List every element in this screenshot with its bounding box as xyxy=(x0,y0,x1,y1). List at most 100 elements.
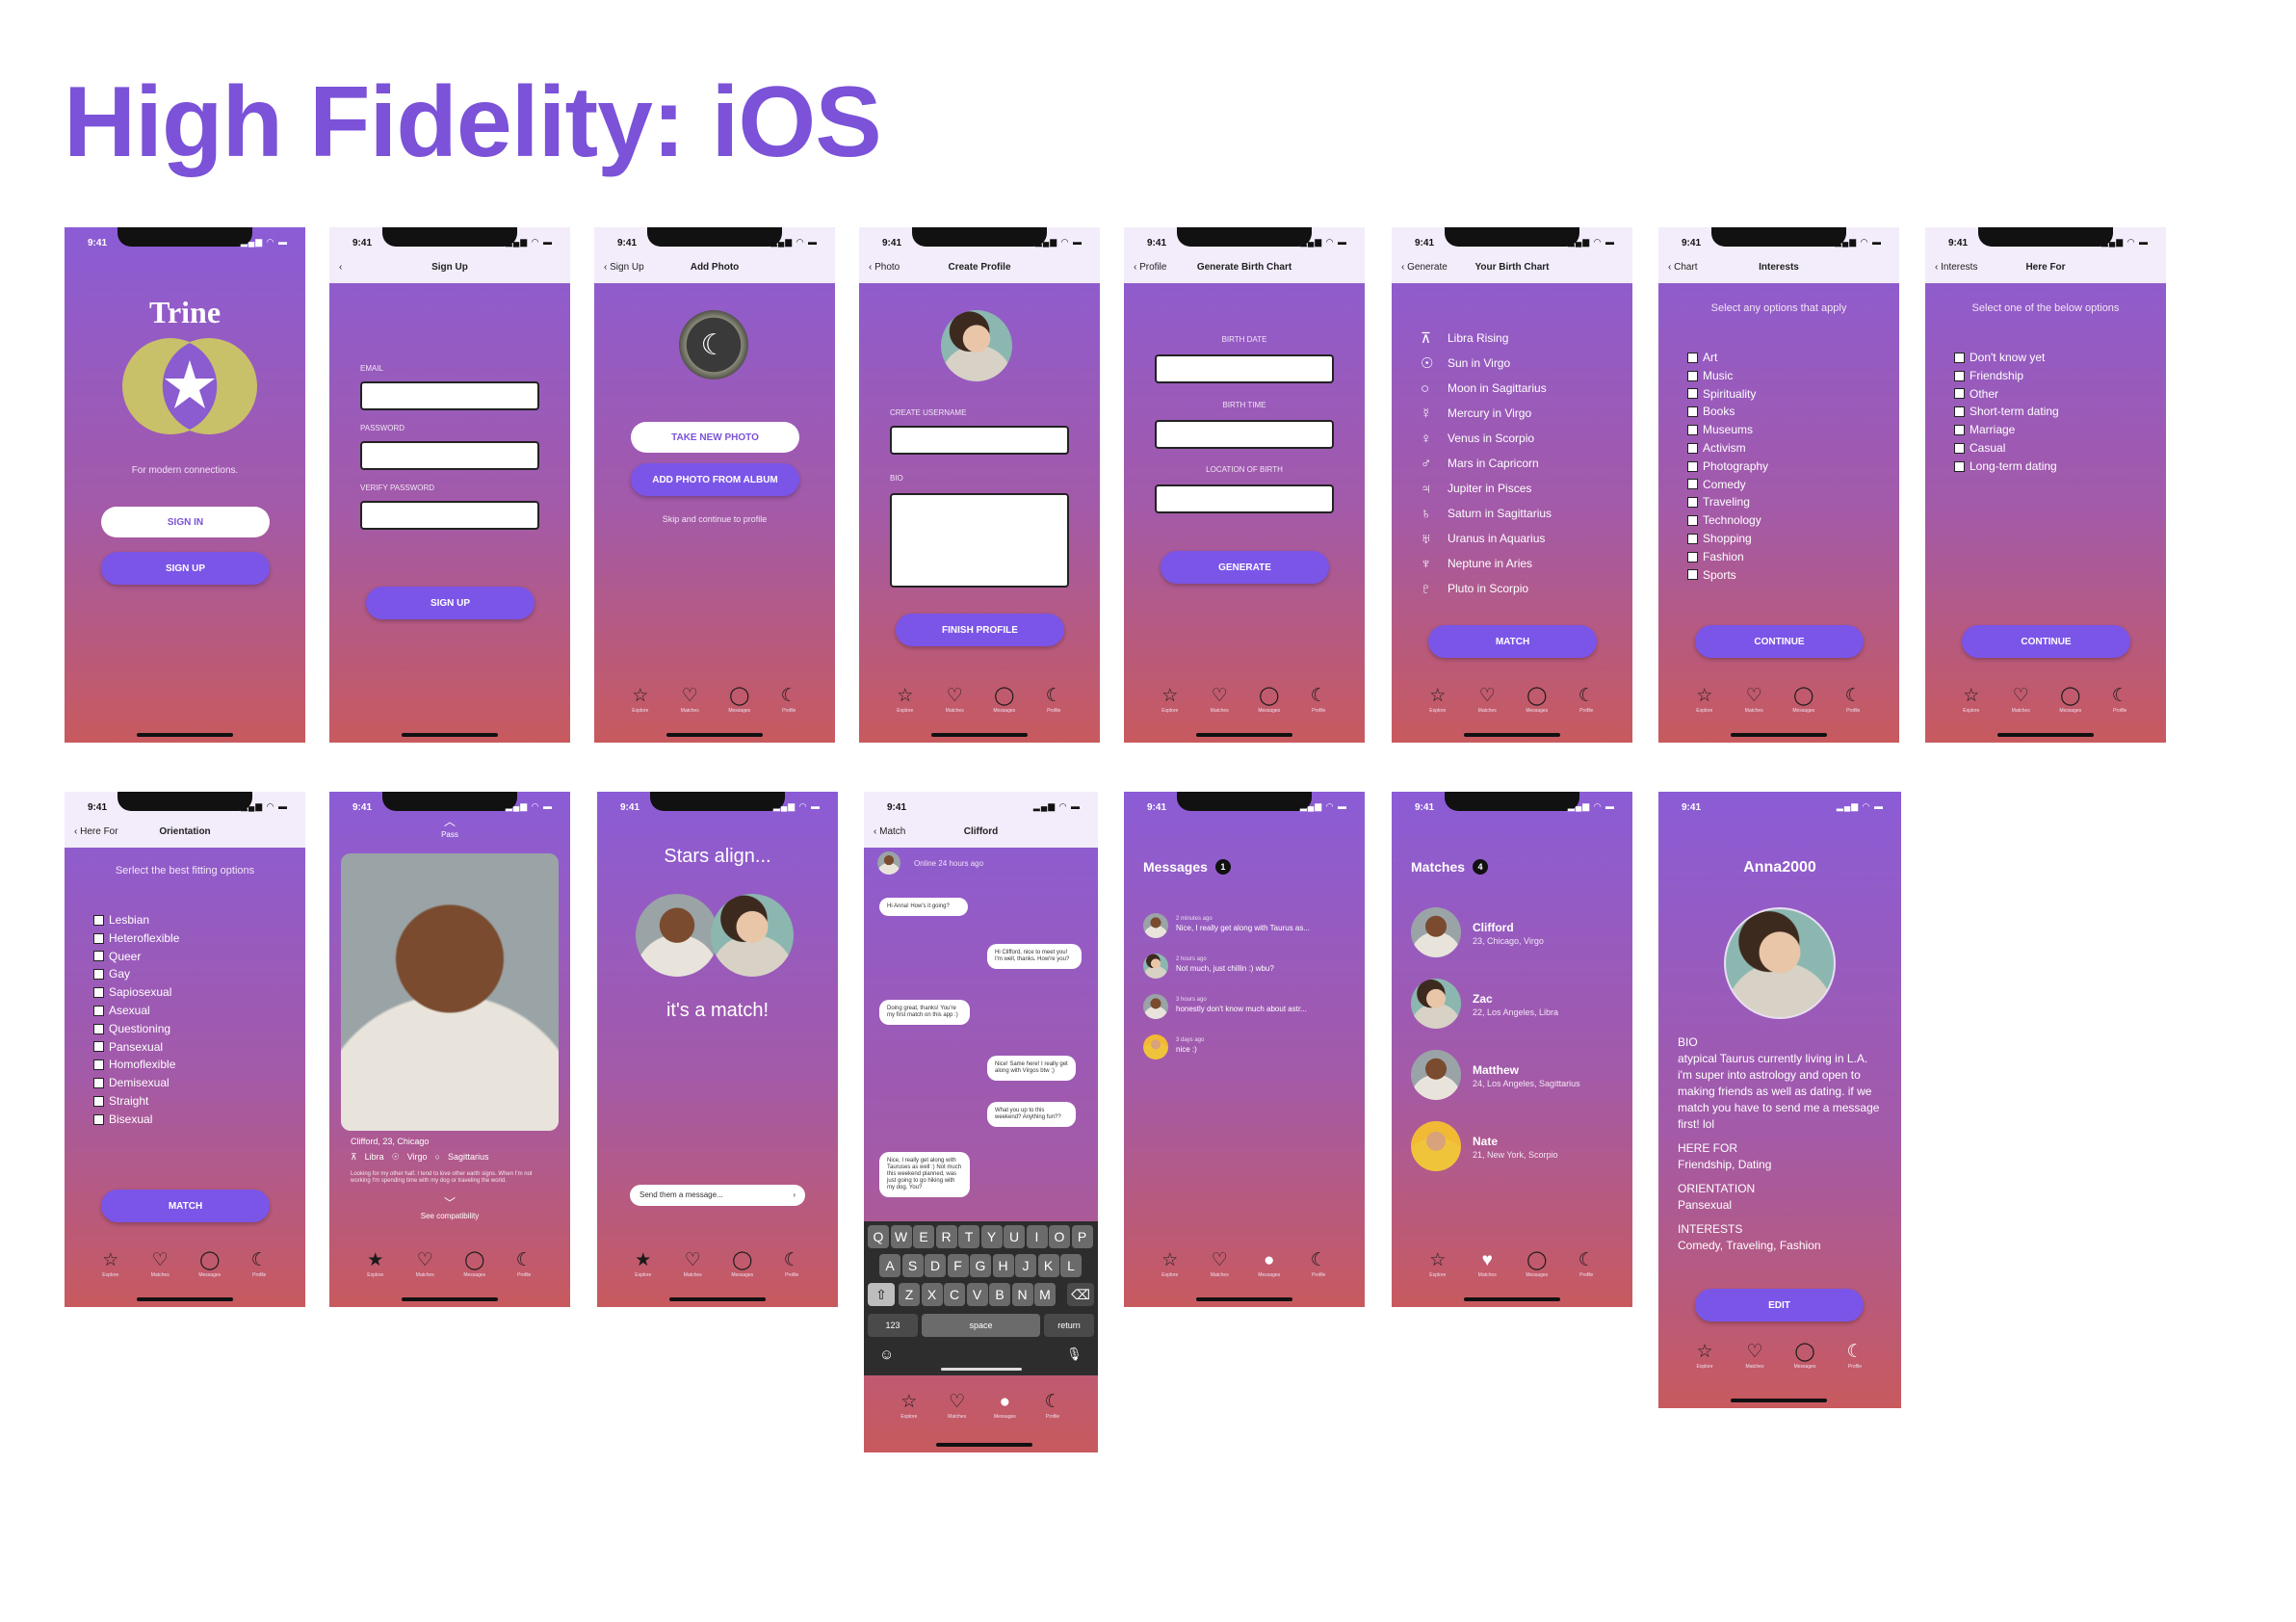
interest-option[interactable]: Museums xyxy=(1687,421,1768,439)
checkbox[interactable] xyxy=(93,1113,104,1125)
sign-up-button[interactable]: SIGN UP xyxy=(101,552,270,585)
tab-messages[interactable]: ◯ Messages xyxy=(2051,687,2090,725)
checkbox[interactable] xyxy=(93,914,104,926)
match-item[interactable]: Clifford 23, Chicago, Virgo xyxy=(1411,907,1623,979)
interest-option[interactable]: Comedy xyxy=(1687,476,1768,494)
numbers-key[interactable]: 123 xyxy=(868,1314,918,1337)
add-photo-from-album-button[interactable]: ADD PHOTO FROM ALBUM xyxy=(631,463,799,496)
checkbox[interactable] xyxy=(1687,569,1698,581)
here-for-option[interactable]: Marriage xyxy=(1954,421,2059,439)
checkbox[interactable] xyxy=(1687,533,1698,544)
tab-explore[interactable]: ☆ Explore xyxy=(1419,687,1457,725)
checkbox[interactable] xyxy=(1954,388,1965,400)
return-key[interactable]: return xyxy=(1044,1314,1094,1337)
checkbox[interactable] xyxy=(93,987,104,999)
checkbox[interactable] xyxy=(1687,551,1698,562)
tab-matches[interactable]: ♡ Matches xyxy=(670,687,709,725)
interest-option[interactable]: Activism xyxy=(1687,439,1768,458)
sign-up-button[interactable]: SIGN UP xyxy=(366,587,535,619)
orientation-option[interactable]: Bisexual xyxy=(93,1111,179,1129)
interest-option[interactable]: Sports xyxy=(1687,566,1768,585)
tab-profile[interactable]: ☾ Profile xyxy=(1034,687,1073,725)
message-preview[interactable]: 3 hours ago honestly don't know much abou… xyxy=(1143,994,1355,1034)
checkbox[interactable] xyxy=(1687,479,1698,490)
match-button[interactable]: MATCH xyxy=(1428,625,1597,658)
tab-explore[interactable]: ☆ Explore xyxy=(1151,687,1189,725)
key[interactable]: N xyxy=(1011,1283,1033,1306)
profile-photo[interactable] xyxy=(1724,907,1836,1019)
tab-messages[interactable]: ◯ Messages xyxy=(720,687,759,725)
tab-explore[interactable]: ☆ Explore xyxy=(890,1393,928,1431)
key[interactable]: L xyxy=(1060,1254,1082,1277)
orientation-option[interactable]: Gay xyxy=(93,965,179,983)
tab-profile[interactable]: ☾ Profile xyxy=(770,687,808,725)
interest-option[interactable]: Books xyxy=(1687,403,1768,421)
tab-matches[interactable]: ♡ Matches xyxy=(405,1251,444,1290)
tab-matches[interactable]: ♡ Matches xyxy=(1200,1251,1239,1290)
interest-option[interactable]: Music xyxy=(1687,367,1768,385)
take-new-photo-button[interactable]: TAKE NEW PHOTO xyxy=(631,422,799,453)
tab-profile[interactable]: ☾ Profile xyxy=(1299,1251,1338,1290)
here-for-option[interactable]: Long-term dating xyxy=(1954,458,2059,476)
key[interactable]: M xyxy=(1034,1283,1056,1306)
tab-matches[interactable]: ♡ Matches xyxy=(2001,687,2040,725)
key[interactable]: Q xyxy=(868,1225,889,1248)
key[interactable]: H xyxy=(992,1254,1014,1277)
edit-button[interactable]: EDIT xyxy=(1695,1289,1864,1321)
interest-option[interactable]: Art xyxy=(1687,349,1768,367)
tab-profile[interactable]: ☾ Profile xyxy=(2100,687,2139,725)
password-field[interactable] xyxy=(360,441,539,470)
orientation-option[interactable]: Queer xyxy=(93,948,179,966)
checkbox[interactable] xyxy=(93,951,104,962)
checkbox[interactable] xyxy=(93,1078,104,1089)
checkbox[interactable] xyxy=(93,932,104,944)
checkbox[interactable] xyxy=(1687,460,1698,472)
checkbox[interactable] xyxy=(93,1023,104,1034)
tab-matches[interactable]: ♡ Matches xyxy=(1468,687,1506,725)
orientation-option[interactable]: Demisexual xyxy=(93,1074,179,1092)
tab-profile[interactable]: ☾ Profile xyxy=(1834,687,1872,725)
shift-key[interactable]: ⇧ xyxy=(868,1283,895,1306)
key[interactable]: C xyxy=(944,1283,965,1306)
key[interactable]: K xyxy=(1037,1254,1059,1277)
key[interactable]: S xyxy=(901,1254,924,1277)
tab-profile[interactable]: ☾ Profile xyxy=(1033,1393,1072,1431)
key[interactable]: O xyxy=(1049,1225,1070,1248)
space-key[interactable]: space xyxy=(922,1314,1040,1337)
key[interactable]: Y xyxy=(980,1225,1003,1248)
tab-matches[interactable]: ♡ Matches xyxy=(1735,687,1773,725)
orientation-option[interactable]: Lesbian xyxy=(93,911,179,929)
interest-option[interactable]: Shopping xyxy=(1687,530,1768,548)
tab-matches[interactable]: ♥ Matches xyxy=(1468,1251,1506,1290)
key[interactable]: G xyxy=(970,1254,991,1277)
tab-profile[interactable]: ☾ Profile xyxy=(240,1251,278,1290)
tab-explore[interactable]: ★ Explore xyxy=(624,1251,663,1290)
orientation-option[interactable]: Sapiosexual xyxy=(93,983,179,1002)
checkbox[interactable] xyxy=(1954,352,1965,363)
checkbox[interactable] xyxy=(1687,352,1698,363)
orientation-option[interactable]: Heteroflexible xyxy=(93,929,179,948)
username-field[interactable] xyxy=(890,426,1069,455)
tab-messages[interactable]: ◯ Messages xyxy=(1785,687,1823,725)
interest-option[interactable]: Traveling xyxy=(1687,493,1768,511)
checkbox[interactable] xyxy=(1954,370,1965,381)
tab-explore[interactable]: ☆ Explore xyxy=(1685,687,1724,725)
tab-messages[interactable]: ◯ Messages xyxy=(1518,1251,1556,1290)
tab-explore[interactable]: ☆ Explore xyxy=(1419,1251,1457,1290)
key[interactable]: D xyxy=(925,1254,946,1277)
tab-matches[interactable]: ♡ Matches xyxy=(938,1393,977,1431)
tab-matches[interactable]: ♡ Matches xyxy=(673,1251,712,1290)
checkbox[interactable] xyxy=(93,1005,104,1016)
checkbox[interactable] xyxy=(93,1060,104,1071)
key[interactable]: P xyxy=(1071,1225,1093,1248)
checkbox[interactable] xyxy=(1687,370,1698,381)
see-compatibility-link[interactable]: See compatibility xyxy=(329,1212,570,1220)
generate-button[interactable]: GENERATE xyxy=(1161,551,1329,584)
checkbox[interactable] xyxy=(1687,388,1698,400)
here-for-option[interactable]: Other xyxy=(1954,385,2059,404)
tab-profile[interactable]: ☾ Profile xyxy=(505,1251,543,1290)
checkbox[interactable] xyxy=(1687,442,1698,454)
send-message-input[interactable]: Send them a message... › xyxy=(630,1185,805,1206)
match-item[interactable]: Zac 22, Los Angeles, Libra xyxy=(1411,979,1623,1050)
tab-explore[interactable]: ☆ Explore xyxy=(1685,1343,1724,1381)
